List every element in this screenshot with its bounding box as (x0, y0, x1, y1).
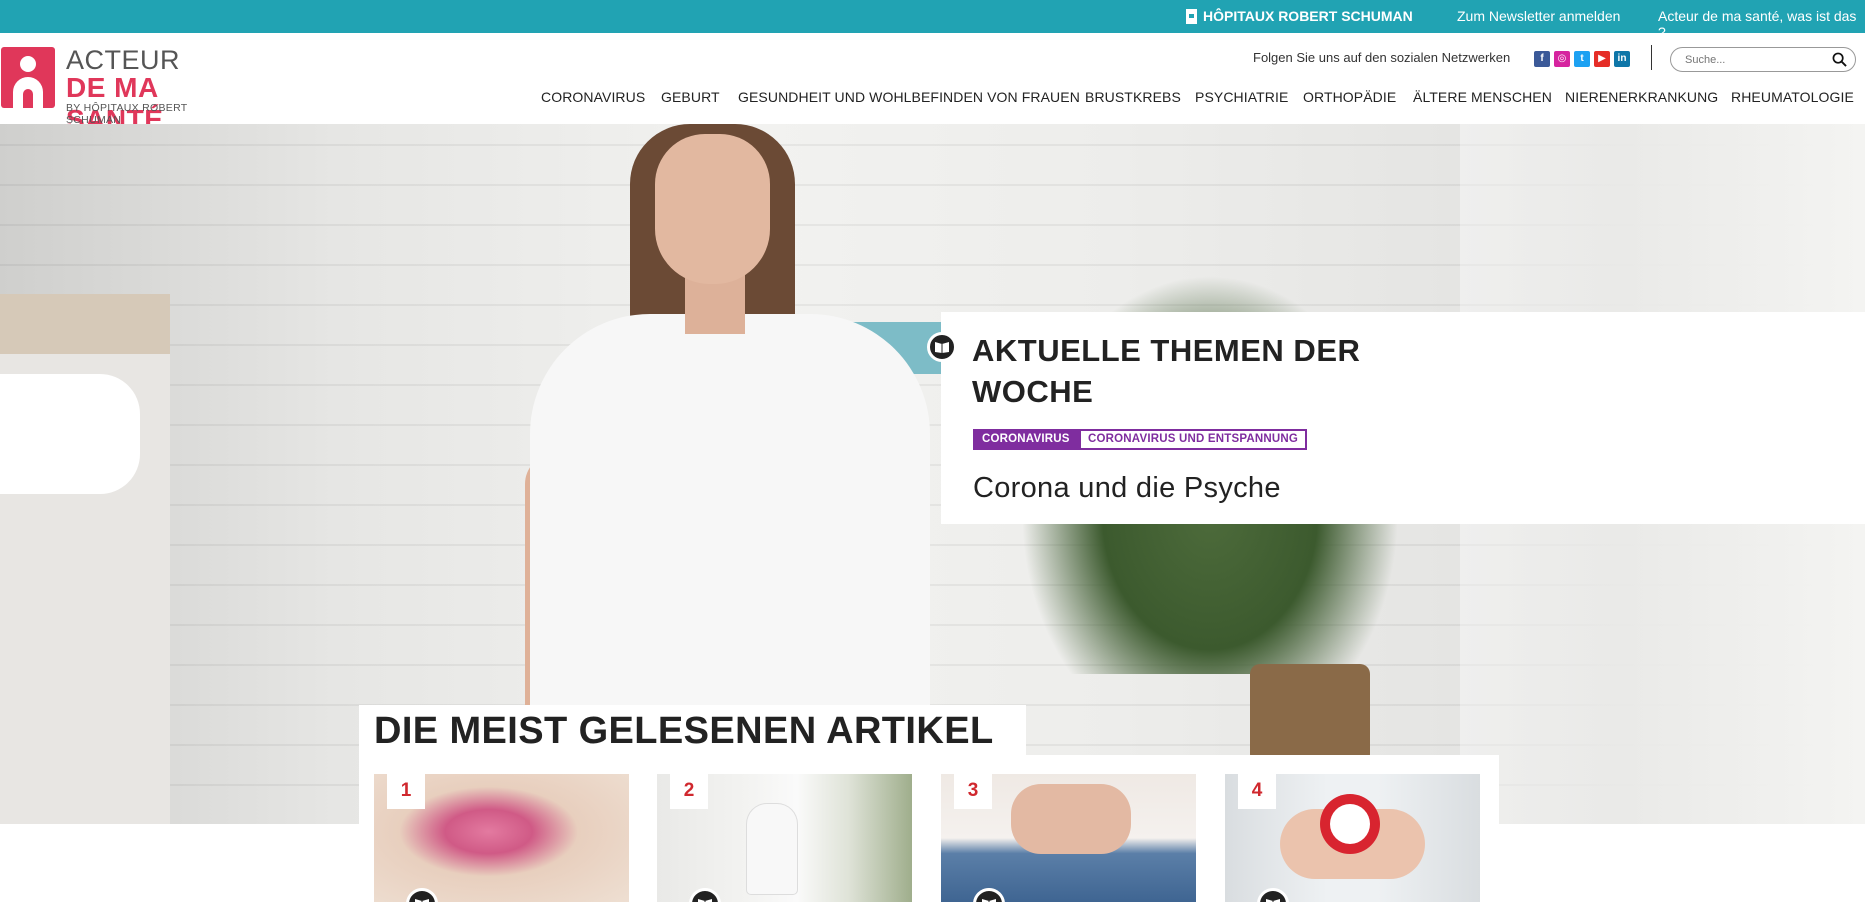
site-logo[interactable]: ACTEUR DE MA SANTÉ BY HÔPITAUX ROBERT SC… (0, 45, 240, 135)
most-read-title-box: DIE MEIST GELESENEN ARTIKEL (359, 705, 1026, 755)
social-label: Folgen Sie uns auf den sozialen Netzwerk… (1253, 50, 1511, 65)
nav-womens-health[interactable]: GESUNDHEIT UND WOHLBEFINDEN VON FRAUEN (738, 89, 1080, 105)
newsletter-link[interactable]: Zum Newsletter anmelden (1457, 8, 1620, 24)
tag-coronavirus[interactable]: CORONAVIRUS (973, 429, 1079, 450)
rank-badge: 2 (670, 774, 708, 809)
most-read-card-1[interactable]: 1 (374, 774, 629, 902)
nav-aeltere-menschen[interactable]: ÄLTERE MENSCHEN (1413, 89, 1552, 105)
nav-nierenerkrankung[interactable]: NIERENERKRANKUNG (1565, 89, 1718, 105)
search-icon[interactable] (1832, 52, 1847, 67)
bed-illustration (0, 294, 170, 824)
instagram-icon[interactable]: ◎ (1554, 51, 1570, 67)
divider (1651, 45, 1652, 70)
tag-coronavirus-relaxation[interactable]: CORONAVIRUS UND ENTSPANNUNG (1079, 429, 1308, 450)
featured-title[interactable]: Corona und die Psyche (973, 472, 1281, 505)
search-box (1670, 47, 1856, 72)
facebook-icon[interactable]: f (1534, 51, 1550, 67)
nav-geburt[interactable]: GEBURT (661, 89, 720, 105)
linkedin-icon[interactable]: in (1614, 51, 1630, 67)
nav-psychiatrie[interactable]: PSYCHIATRIE (1195, 89, 1288, 105)
most-read-card-2[interactable]: 2 (657, 774, 912, 902)
most-read-title: DIE MEIST GELESENEN ARTIKEL (374, 710, 994, 752)
most-read-card-3[interactable]: 3 (941, 774, 1196, 902)
rank-badge: 1 (387, 774, 425, 809)
social-icons: f ◎ t ▶ in (1534, 51, 1630, 67)
most-read-panel: 1 2 3 4 (359, 755, 1499, 922)
featured-article[interactable]: AKTUELLE THEMEN DER WOCHE CORONAVIRUS CO… (927, 312, 1865, 524)
rank-badge: 4 (1238, 774, 1276, 809)
hospitals-link[interactable]: HÔPITAUX ROBERT SCHUMAN (1186, 8, 1413, 24)
hospitals-link-label: HÔPITAUX ROBERT SCHUMAN (1203, 8, 1413, 24)
twitter-icon[interactable]: t (1574, 51, 1590, 67)
nav-brustkrebs[interactable]: BRUSTKREBS (1085, 89, 1181, 105)
youtube-icon[interactable]: ▶ (1594, 51, 1610, 67)
rank-badge: 3 (954, 774, 992, 809)
featured-heading: AKTUELLE THEMEN DER WOCHE (972, 333, 1361, 409)
nav-orthopaedie[interactable]: ORTHOPÄDIE (1303, 89, 1396, 105)
book-icon (927, 332, 957, 362)
top-bar: HÔPITAUX ROBERT SCHUMAN Zum Newsletter a… (0, 0, 1865, 40)
logo-mark-icon (1, 47, 55, 108)
site-header: ACTEUR DE MA SANTÉ BY HÔPITAUX ROBERT SC… (0, 33, 1865, 135)
hospital-icon (1186, 8, 1197, 24)
nav-coronavirus[interactable]: CORONAVIRUS (541, 89, 645, 105)
nav-rheumatologie[interactable]: RHEUMATOLOGIE (1731, 89, 1854, 105)
most-read-card-4[interactable]: 4 (1225, 774, 1480, 902)
search-input[interactable] (1685, 52, 1825, 67)
logo-line3: BY HÔPITAUX ROBERT SCHUMAN (66, 102, 188, 126)
